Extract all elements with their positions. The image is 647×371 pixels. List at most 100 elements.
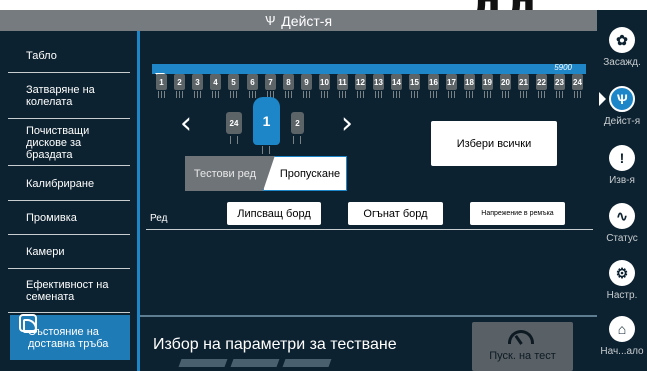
nav-label: Дейст-я [603, 116, 641, 127]
sidebar-item-label: Камери [26, 246, 65, 258]
sidebar-item-label: Състояние на доставна тръба [28, 325, 109, 350]
row-unit-leg [574, 91, 581, 98]
previous-row-button[interactable]: ‹ [176, 109, 196, 139]
row-unit-number: 13 [373, 74, 384, 90]
sidebar-item-dashboard[interactable]: Табло [8, 40, 130, 73]
row-unit-number: 19 [482, 74, 493, 90]
row-unit[interactable]: 16 [427, 74, 439, 100]
nav-label: Изв-я [609, 175, 635, 186]
row-unit[interactable]: 22 [535, 74, 547, 100]
row-unit-leg [249, 91, 256, 98]
mode-toggle: Тестови ред Пропускане [185, 156, 347, 191]
next-row-button[interactable]: › [337, 109, 357, 139]
nav-planting[interactable]: ✿ Засажд. [597, 27, 647, 83]
row-unit[interactable]: 18 [463, 74, 475, 100]
row-unit[interactable]: 4 [209, 74, 221, 100]
row-unit[interactable]: 2 [173, 74, 185, 100]
row-unit[interactable]: 20 [499, 74, 511, 100]
select-all-button[interactable]: Избери всички [431, 121, 557, 166]
progress-segment [282, 359, 332, 367]
planter-icon: Ѱ [609, 86, 635, 112]
missing-board-button[interactable]: Липсващ борд [227, 202, 321, 225]
row-unit-number: 14 [391, 74, 402, 90]
skip-option[interactable]: Пропускане [263, 156, 347, 191]
row-unit-leg [484, 91, 491, 98]
row-unit[interactable]: 11 [336, 74, 348, 100]
row-unit-number: 15 [409, 74, 420, 90]
sidebar-item-calibration[interactable]: Калибриране [8, 167, 130, 201]
progress-segment [178, 359, 228, 367]
row-unit-leg [448, 91, 455, 98]
row-unit-number: 24 [572, 74, 583, 90]
nav-alerts[interactable]: ! Изв-я [597, 145, 647, 201]
nav-label: Засажд. [603, 57, 641, 68]
expand-window-icon[interactable] [19, 314, 37, 333]
row-unit-number: 12 [355, 74, 366, 90]
row-unit-number: 6 [247, 74, 258, 90]
sidebar-item-label: Табло [26, 50, 57, 62]
nav-home[interactable]: ⌂ Нач...ало [597, 316, 647, 371]
seedling-icon: ✿ [609, 27, 635, 53]
previous-row-unit[interactable]: 24 [226, 112, 242, 134]
sidebar-item-closing-wheels[interactable]: Затваряне на колелата [8, 74, 130, 119]
nav-settings[interactable]: ⚙ Настр. [597, 260, 647, 316]
row-unit[interactable]: 14 [390, 74, 402, 100]
sidebar-item-seed-efficiency[interactable]: Ефективност на семената [8, 270, 130, 313]
row-unit-leg [556, 91, 563, 98]
row-unit-leg [285, 91, 292, 98]
belt-tension-button[interactable]: Напрежение в ремъка [470, 202, 565, 225]
row-unit-leg [176, 91, 183, 98]
row-unit-leg [212, 91, 219, 98]
row-unit[interactable]: 21 [517, 74, 529, 100]
row-divider [146, 229, 593, 230]
row-unit-number: 11 [337, 74, 348, 90]
sidebar-item-label: Ефективност на семената [26, 279, 109, 303]
row-unit[interactable]: 6 [246, 74, 258, 100]
planter-icon: Ѱ [264, 13, 276, 28]
row-unit-leg [158, 91, 165, 98]
row-unit[interactable]: 5 [227, 74, 239, 100]
gear-icon: ⚙ [609, 260, 635, 286]
nav-label: Настр. [606, 290, 638, 301]
row-unit-leg [538, 91, 545, 98]
row-unit[interactable]: 19 [481, 74, 493, 100]
row-unit[interactable]: 1 [155, 74, 167, 100]
row-unit-number: 17 [446, 74, 457, 90]
test-row-option[interactable]: Тестови ред [185, 156, 275, 191]
row-unit[interactable]: 13 [372, 74, 384, 100]
sidebar-item-flush[interactable]: Промивка [8, 202, 130, 235]
row-column-label: Ред [150, 213, 168, 224]
row-unit[interactable]: 17 [445, 74, 457, 100]
sidebar-item-cameras[interactable]: Камери [8, 236, 130, 269]
next-row-unit[interactable]: 2 [291, 112, 304, 134]
gauge-icon [508, 330, 534, 344]
row-unit[interactable]: 3 [191, 74, 203, 100]
row-unit[interactable]: 10 [318, 74, 330, 100]
row-unit[interactable]: 24 [571, 74, 583, 100]
row-unit-number: 8 [283, 74, 294, 90]
row-unit-leg [321, 91, 328, 98]
row-unit-number: 3 [192, 74, 203, 90]
row-strip: 5900 [152, 63, 586, 74]
sidebar-item-row-cleaners[interactable]: Почистващи дискове за браздата [8, 120, 130, 166]
row-unit-number: 23 [554, 74, 565, 90]
start-test-label: Пуск. на тест [489, 350, 556, 362]
row-unit-leg [230, 91, 237, 98]
progress-segment [230, 359, 280, 367]
row-unit-leg [375, 91, 382, 98]
bent-board-button[interactable]: Огънат борд [348, 202, 443, 225]
row-unit[interactable]: 9 [300, 74, 312, 100]
row-unit[interactable]: 15 [408, 74, 420, 100]
start-test-button[interactable]: Пуск. на тест [472, 322, 573, 371]
current-row-unit[interactable]: 1 [253, 97, 280, 145]
title-bar-text: Дейст-я [281, 12, 333, 29]
row-unit-number: 5 [228, 74, 239, 90]
row-unit[interactable]: 23 [553, 74, 565, 100]
sidebar-item-label: Калибриране [26, 177, 95, 190]
row-unit[interactable]: 8 [282, 74, 294, 100]
nav-operations[interactable]: Ѱ Дейст-я [597, 86, 647, 142]
home-icon: ⌂ [609, 316, 635, 342]
nav-label: Статус [606, 233, 638, 244]
nav-status[interactable]: ∿ Статус [597, 203, 647, 259]
row-unit[interactable]: 12 [354, 74, 366, 100]
